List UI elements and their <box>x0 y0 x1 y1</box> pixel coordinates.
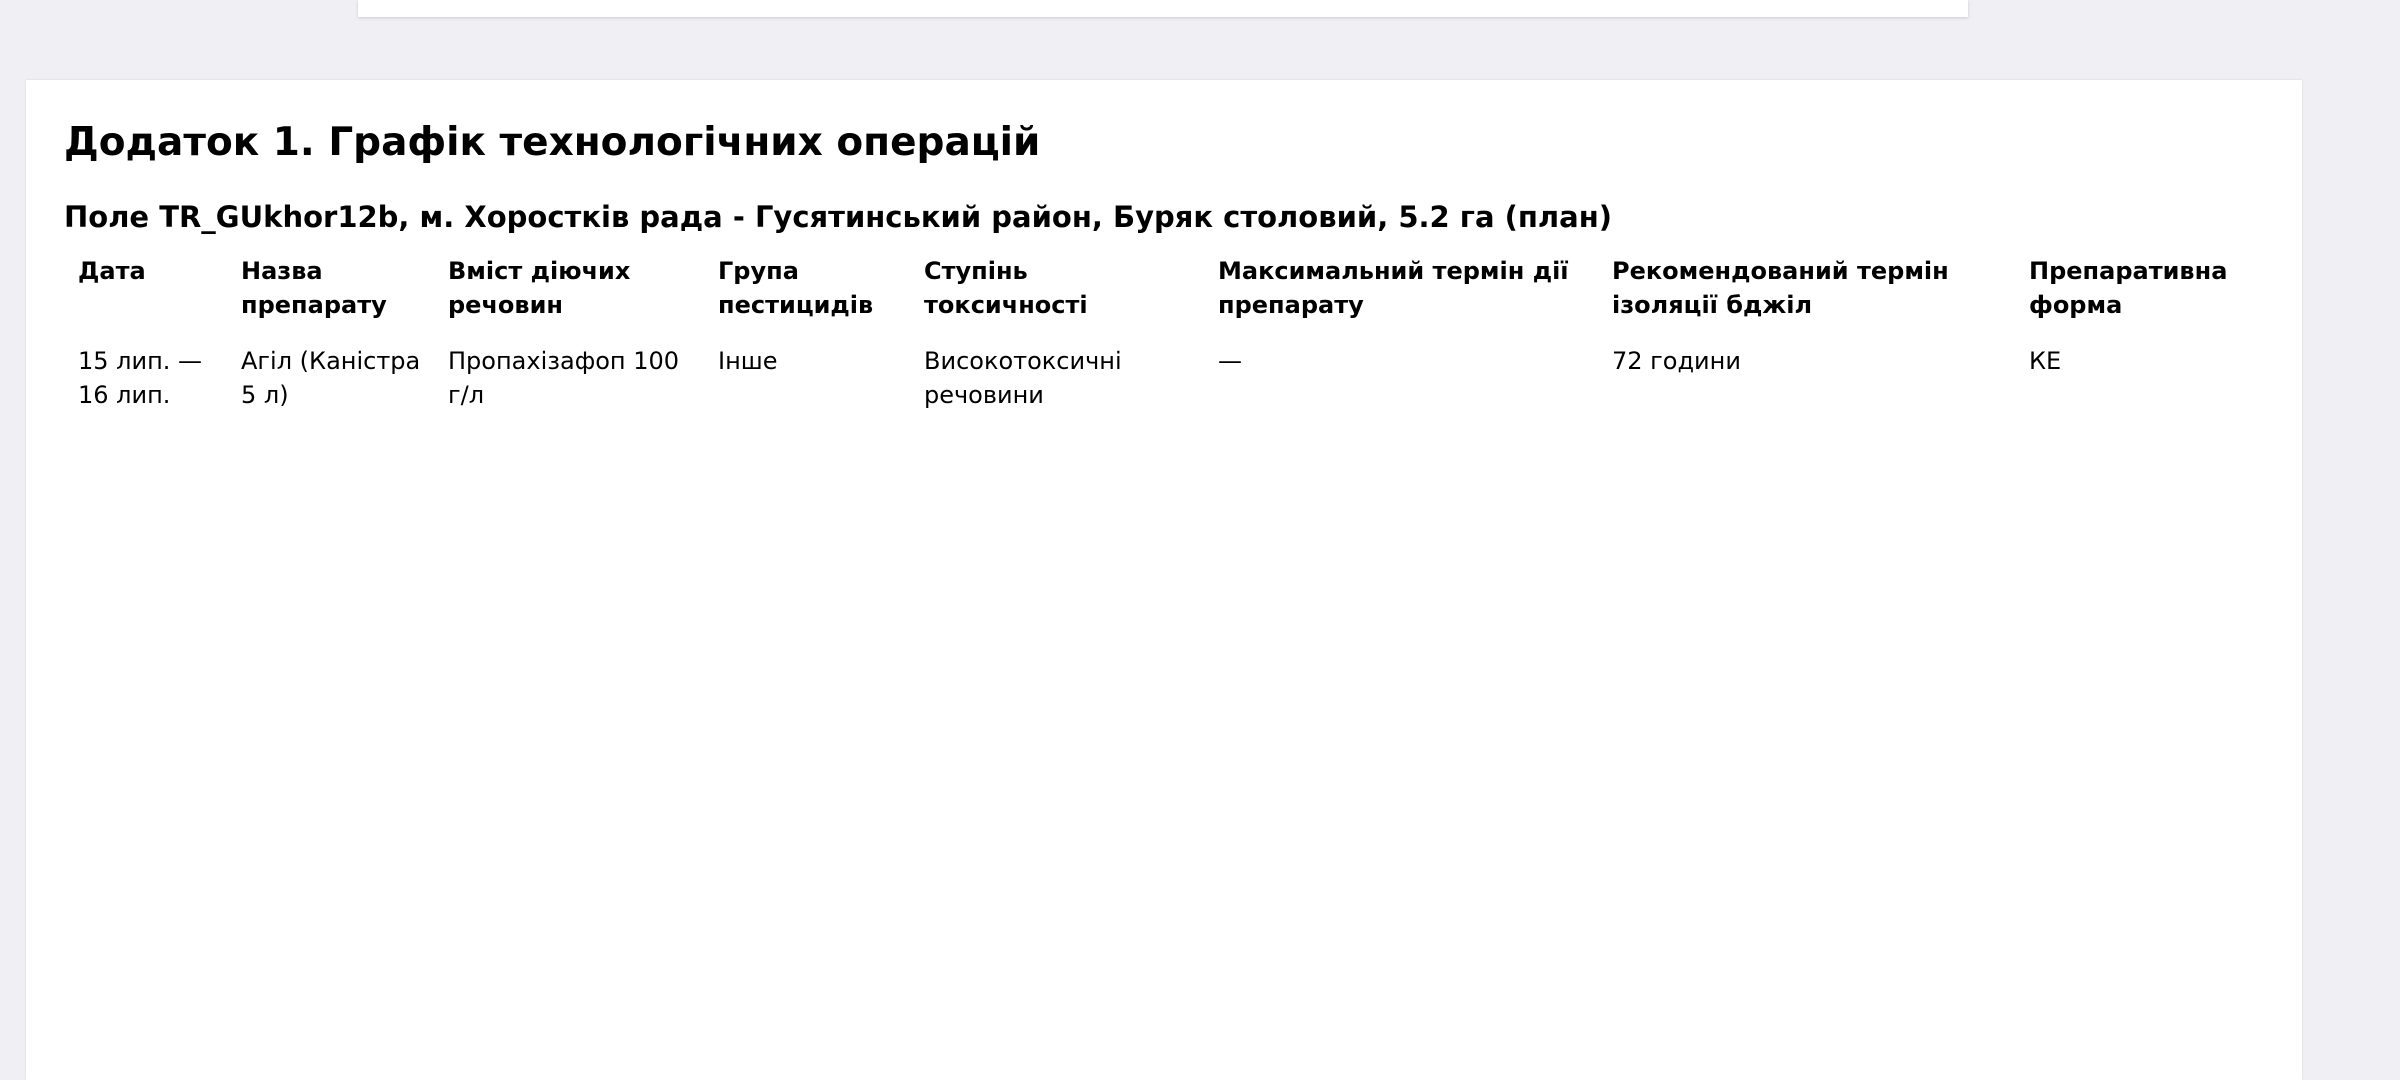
cell-pesticide-group: Інше <box>718 347 778 375</box>
cell-date: 15 лип. — 16 лип. <box>78 347 203 409</box>
header-product-name: Назва препарату <box>241 257 387 319</box>
cell-product-name: Агіл (Каністра 5 л) <box>241 347 421 409</box>
cell-max-action-term: — <box>1218 347 1242 375</box>
document-page: Додаток 1. Графік технологічних операцій… <box>26 80 2302 1080</box>
table-header-row: Дата Назва препарату Вміст діючих речови… <box>64 250 2274 340</box>
field-title: Поле TR_GUkhor12b, м. Хоростків рада - Г… <box>64 200 1613 234</box>
cell-formulation: КЕ <box>2029 347 2062 375</box>
header-bee-isolation: Рекомендований термін ізоляції бджіл <box>1612 257 1949 319</box>
header-toxicity: Ступінь токсичності <box>924 257 1088 319</box>
header-active-substances: Вміст діючих речовин <box>448 257 631 319</box>
header-date: Дата <box>78 257 146 285</box>
appendix-title: Додаток 1. Графік технологічних операцій <box>64 120 1041 165</box>
cell-bee-isolation: 72 години <box>1612 347 1741 375</box>
previous-page-edge <box>358 0 1968 17</box>
table-row: 15 лип. — 16 лип. Агіл (Каністра 5 л) Пр… <box>64 340 2274 426</box>
header-max-action-term: Максимальний термін дії препарату <box>1218 257 1569 319</box>
operations-table: Дата Назва препарату Вміст діючих речови… <box>64 250 2274 426</box>
cell-active-substances: Пропахізафоп 100 г/л <box>448 347 680 409</box>
header-formulation: Препаративна форма <box>2029 257 2228 319</box>
cell-toxicity: Високотоксичні речовини <box>924 347 1122 409</box>
header-pesticide-group: Група пестицидів <box>718 257 874 319</box>
